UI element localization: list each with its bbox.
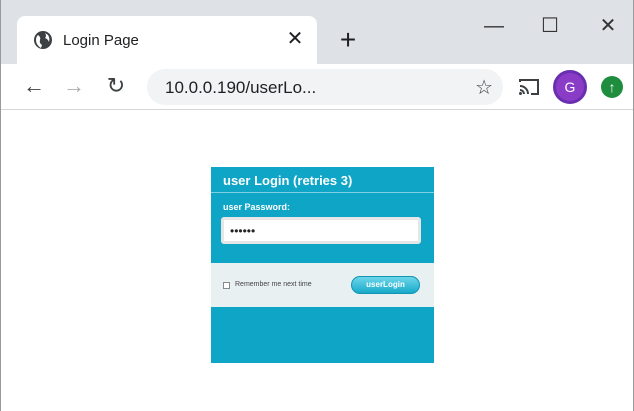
close-tab-icon[interactable]: ✕ — [283, 27, 307, 51]
login-title: user Login (retries 3) — [223, 173, 353, 188]
update-icon[interactable]: ↑ — [601, 76, 623, 98]
address-bar[interactable]: 10.0.0.190/userLo... ☆ — [147, 69, 503, 105]
cast-icon[interactable] — [518, 78, 540, 96]
minimize-button[interactable]: — — [479, 16, 509, 36]
login-button[interactable]: userLogin — [351, 276, 420, 294]
password-label: user Password: — [223, 202, 291, 212]
globe-icon — [34, 31, 52, 49]
tab-login-page[interactable]: Login Page ✕ — [17, 16, 317, 64]
close-window-button[interactable]: ✕ — [593, 16, 623, 36]
back-button[interactable]: ← — [21, 73, 47, 99]
url-text: 10.0.0.190/userLo... — [165, 78, 317, 97]
login-panel-header: user Login (retries 3) — [211, 167, 434, 193]
tab-title: Login Page — [63, 32, 139, 49]
tab-strip: Login Page ✕ + — ☐ ✕ — [1, 0, 633, 64]
forward-button[interactable]: → — [61, 73, 87, 99]
browser-window: Login Page ✕ + — ☐ ✕ ← → ↻ 10.0.0.190/us… — [0, 0, 634, 411]
profile-avatar[interactable]: G — [553, 70, 587, 104]
reload-button[interactable]: ↻ — [103, 73, 129, 99]
login-panel: user Login (retries 3) user Password: Re… — [211, 167, 434, 363]
maximize-button[interactable]: ☐ — [535, 16, 565, 36]
login-panel-footer: Remember me next time userLogin — [211, 263, 434, 307]
bookmark-star-icon[interactable]: ☆ — [475, 75, 493, 100]
password-input[interactable] — [221, 217, 421, 244]
remember-me-label: Remember me next time — [235, 281, 312, 288]
new-tab-button[interactable]: + — [335, 26, 361, 54]
remember-me-checkbox[interactable] — [223, 282, 230, 289]
browser-toolbar: ← → ↻ 10.0.0.190/userLo... ☆ G ↑ — [1, 64, 633, 110]
